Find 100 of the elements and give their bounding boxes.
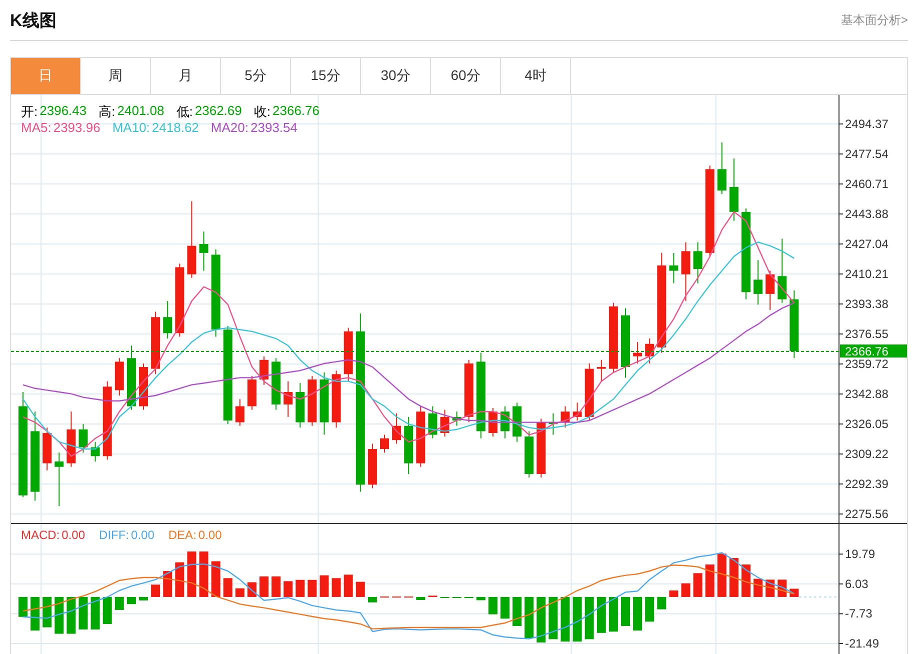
legend-label: 开: bbox=[21, 103, 38, 121]
macd-bar bbox=[78, 596, 88, 630]
ref-line-label: 2366.76 bbox=[845, 344, 889, 358]
legend-label: MA20: bbox=[210, 120, 248, 135]
macd-bar bbox=[536, 596, 546, 642]
macd-bar bbox=[368, 596, 377, 602]
candlestick bbox=[488, 408, 498, 438]
legend-value: 0.00 bbox=[62, 528, 86, 542]
candlestick bbox=[114, 358, 124, 396]
macd-bar bbox=[42, 596, 52, 628]
macd-bar bbox=[669, 590, 678, 597]
legend-label: 低: bbox=[176, 103, 193, 121]
y-tick-label: -21.49 bbox=[845, 636, 880, 650]
macd-bar bbox=[260, 576, 268, 597]
axis-tick-label: 2376.55 bbox=[838, 326, 888, 341]
candlestick bbox=[717, 142, 726, 195]
macd-bar bbox=[729, 558, 738, 597]
macd-bar bbox=[500, 596, 510, 619]
candlestick bbox=[572, 402, 582, 421]
macd-bar bbox=[199, 552, 208, 597]
candlestick bbox=[320, 372, 329, 436]
macd-bar bbox=[621, 596, 630, 626]
candlestick bbox=[308, 375, 317, 426]
legend-value: 2396.43 bbox=[40, 103, 87, 120]
macd-bar bbox=[296, 580, 305, 597]
axis-tick-label: -21.49 bbox=[838, 636, 880, 650]
legend-label: DEA: bbox=[168, 528, 196, 542]
macd-bar bbox=[548, 596, 558, 640]
legend-label: 收: bbox=[254, 103, 270, 121]
axis-tick-label: 2443.88 bbox=[838, 206, 888, 221]
macd-bar bbox=[681, 583, 690, 597]
candlestick bbox=[247, 375, 256, 410]
candlestick bbox=[560, 406, 570, 428]
candlestick bbox=[729, 158, 738, 222]
candlestick bbox=[78, 424, 88, 454]
legend-value: 2418.62 bbox=[152, 120, 199, 135]
macd-bar bbox=[742, 564, 750, 597]
macd-bar bbox=[705, 564, 714, 597]
y-tick-label: -7.73 bbox=[845, 606, 873, 621]
legend-value: 2393.54 bbox=[250, 120, 298, 135]
macd-bar bbox=[151, 584, 160, 597]
candlestick bbox=[512, 402, 522, 442]
macd-bar bbox=[139, 596, 148, 600]
macd-bar bbox=[114, 596, 124, 610]
macd-bar bbox=[332, 578, 341, 597]
macd-bar bbox=[693, 573, 702, 597]
fundamental-analysis-link[interactable]: 基本面分析> bbox=[840, 12, 908, 28]
candlestick bbox=[621, 308, 630, 378]
candlestick bbox=[392, 412, 402, 444]
candlestick bbox=[260, 356, 268, 386]
macd-bar bbox=[18, 596, 28, 617]
candlestick bbox=[596, 359, 606, 382]
macd-bar bbox=[163, 570, 172, 597]
candlestick bbox=[790, 290, 799, 359]
y-tick-label: 6.03 bbox=[845, 576, 869, 591]
macd-bar bbox=[645, 596, 654, 622]
legend-value: 2393.96 bbox=[53, 120, 100, 135]
page-title: K线图 bbox=[10, 10, 56, 32]
macd-bar bbox=[524, 596, 534, 638]
candlestick bbox=[669, 252, 678, 284]
candlestick bbox=[66, 411, 76, 468]
candlestick bbox=[416, 406, 426, 468]
axis-tick-label: 2292.39 bbox=[838, 476, 888, 491]
axis-tick-label: 2460.71 bbox=[838, 176, 888, 191]
candlestick bbox=[344, 327, 353, 382]
candlestick bbox=[163, 300, 172, 339]
macd-bar bbox=[320, 575, 329, 597]
axis-tick-label: 2477.54 bbox=[838, 146, 888, 161]
macd-bar bbox=[416, 596, 426, 600]
candlestick bbox=[778, 238, 787, 304]
macd-bar bbox=[66, 596, 76, 634]
candlestick bbox=[536, 418, 546, 478]
macd-bar bbox=[126, 596, 136, 604]
macd-bar bbox=[512, 596, 522, 626]
candlestick bbox=[199, 231, 208, 272]
candlestick bbox=[645, 338, 654, 364]
legend-label: MACD: bbox=[21, 528, 60, 542]
macd-bar bbox=[308, 580, 317, 597]
candlestick bbox=[332, 370, 341, 428]
legend-value: 2362.69 bbox=[194, 103, 242, 120]
candlestick bbox=[235, 398, 244, 426]
candlestick bbox=[584, 362, 594, 421]
macd-bar bbox=[717, 554, 726, 597]
candlestick bbox=[500, 406, 510, 439]
axis-tick-label: -7.73 bbox=[838, 606, 872, 621]
macd-bar bbox=[476, 596, 486, 600]
candlestick bbox=[754, 260, 763, 306]
legend-value: 0.00 bbox=[198, 528, 222, 542]
candlestick bbox=[54, 452, 64, 507]
macd-bar bbox=[572, 596, 582, 642]
legend-value: 2366.76 bbox=[272, 103, 320, 120]
legend-value: 2401.08 bbox=[117, 103, 164, 120]
macd-bar bbox=[584, 596, 594, 640]
candlestick bbox=[464, 359, 474, 423]
macd-bar bbox=[657, 596, 666, 610]
candlestick bbox=[693, 242, 702, 284]
macd-bar bbox=[608, 596, 618, 632]
axis-tick-label: 2494.37 bbox=[838, 116, 888, 131]
axis-tick-label: 6.03 bbox=[838, 576, 868, 591]
candlestick bbox=[404, 416, 414, 474]
